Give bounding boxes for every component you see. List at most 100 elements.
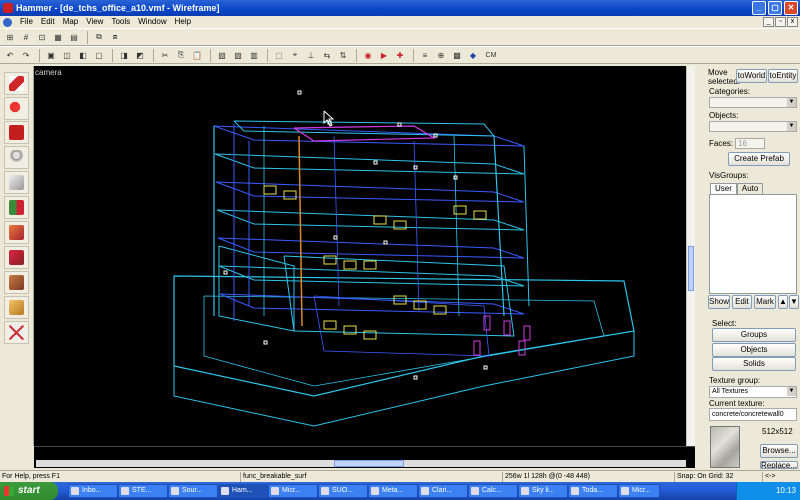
menu-edit[interactable]: Edit	[37, 16, 59, 28]
taskbar-item[interactable]: Meta...	[368, 484, 418, 498]
categories-dropdown[interactable]: ▼	[709, 97, 797, 108]
show-button[interactable]: Show	[708, 295, 730, 309]
overlay-tool[interactable]	[4, 271, 29, 294]
group-icon[interactable]: ◫	[60, 48, 74, 62]
grid-3d-icon[interactable]: #	[19, 30, 33, 44]
copy-icon[interactable]: ⎘	[174, 48, 188, 62]
doc-minimize-button[interactable]: _	[763, 17, 774, 27]
taskbar-item[interactable]: Sky li...	[518, 484, 568, 498]
menu-view[interactable]: View	[82, 16, 107, 28]
compile-icon[interactable]: ◉	[361, 48, 375, 62]
taskbar-item[interactable]: Ham...	[218, 484, 268, 498]
texture-app-tool[interactable]	[4, 196, 29, 219]
visgroup-list[interactable]	[709, 194, 797, 294]
cordon-mode-button[interactable]: CM	[482, 48, 500, 62]
doc-restore-button[interactable]: ▫	[775, 17, 786, 27]
move-up-button[interactable]: ▲	[778, 295, 788, 309]
select-solids-button[interactable]: Solids	[712, 357, 796, 371]
select-all-icon[interactable]: ⬚	[272, 48, 286, 62]
mark-button[interactable]: Mark	[754, 295, 776, 309]
check-problems-icon[interactable]: ✚	[393, 48, 407, 62]
magnify-tool[interactable]	[4, 97, 29, 120]
paste-icon[interactable]: 📋	[190, 48, 204, 62]
taskbar-item[interactable]: Inbo...	[68, 484, 118, 498]
textured-view-icon[interactable]: ▩	[450, 48, 464, 62]
document-icon[interactable]	[3, 17, 12, 27]
move-down-button[interactable]: ▼	[789, 295, 799, 309]
select-objects-button[interactable]: Objects	[712, 343, 796, 357]
carve-icon[interactable]: ▣	[44, 48, 58, 62]
grid-toggle-icon[interactable]: ⊞	[3, 30, 17, 44]
clock[interactable]: 10:13	[776, 486, 796, 495]
to-entity-button[interactable]: toEntity	[768, 69, 798, 83]
taskbar-item[interactable]: Micr...	[268, 484, 318, 498]
taskbar-item[interactable]: Calc...	[468, 484, 518, 498]
maximize-button[interactable]: ▢	[768, 1, 782, 15]
taskbar-item[interactable]: Sour...	[168, 484, 218, 498]
scrollbar-thumb[interactable]	[334, 460, 404, 467]
flip-vertical-icon[interactable]: ⇅	[336, 48, 350, 62]
create-prefab-button[interactable]: Create Prefab	[728, 152, 790, 166]
doc-close-button[interactable]: x	[787, 17, 798, 27]
menu-tools[interactable]: Tools	[107, 16, 134, 28]
texture-group-dropdown[interactable]: All Textures ▼	[709, 386, 797, 398]
pointer-tool[interactable]	[4, 72, 29, 95]
viewport-vertical-scrollbar[interactable]	[686, 66, 695, 446]
to-world-button[interactable]: toWorld	[736, 69, 767, 83]
close-button[interactable]: ✕	[784, 1, 798, 15]
undo-icon[interactable]: ↶	[3, 48, 17, 62]
tab-auto[interactable]: Auto	[736, 183, 764, 194]
taskbar-item[interactable]: Toda...	[568, 484, 618, 498]
view-window-icon[interactable]: ⧉	[92, 30, 106, 44]
taskbar-item[interactable]: STE...	[118, 484, 168, 498]
faces-input[interactable]: 16	[735, 138, 765, 149]
entity-report-icon[interactable]: ≡	[418, 48, 432, 62]
select-groups-button[interactable]: Groups	[712, 328, 796, 342]
menu-map[interactable]: Map	[59, 16, 83, 28]
texture-scale-lock-icon[interactable]: ▧	[231, 48, 245, 62]
viewport-horizontal-scrollbar[interactable]	[34, 446, 695, 468]
select-by-handle-icon[interactable]: ⌖	[288, 48, 302, 62]
camera-viewport[interactable]: camera	[34, 66, 686, 446]
apply-texture-tool[interactable]	[4, 221, 29, 244]
to-entity-icon[interactable]: ◨	[117, 48, 131, 62]
ungroup-icon[interactable]: ◧	[76, 48, 90, 62]
minimize-button[interactable]: _	[752, 1, 766, 15]
start-button[interactable]: start	[0, 482, 58, 500]
cut-icon[interactable]: ✂	[158, 48, 172, 62]
grid-dots-icon[interactable]: ⊡	[35, 30, 49, 44]
tab-user[interactable]: User	[710, 183, 737, 194]
camera-tool[interactable]	[4, 121, 29, 144]
scrollbar-thumb[interactable]	[688, 246, 694, 291]
grid-smaller-icon[interactable]: ▦	[51, 30, 65, 44]
taskbar-item[interactable]: Micr...	[618, 484, 660, 498]
redo-icon[interactable]: ↷	[19, 48, 33, 62]
entity-tool[interactable]	[4, 146, 29, 169]
to-world-icon[interactable]: ◩	[133, 48, 147, 62]
texture-lock-icon[interactable]: ▨	[215, 48, 229, 62]
browse-button[interactable]: Browse...	[760, 444, 798, 458]
hollow-icon[interactable]: ▢	[92, 48, 106, 62]
hide-items-icon[interactable]: ▥	[247, 48, 261, 62]
menu-window[interactable]: Window	[134, 16, 170, 28]
vertex-tool[interactable]	[4, 321, 29, 344]
clipping-tool[interactable]	[4, 296, 29, 319]
texture-preview[interactable]	[710, 426, 740, 468]
current-texture-dropdown[interactable]: concrete/concretewall0	[709, 408, 797, 421]
wireframe-icon[interactable]: ⊕	[434, 48, 448, 62]
flat-shaded-icon[interactable]: ◆	[466, 48, 480, 62]
align-icon[interactable]: ⊥	[304, 48, 318, 62]
block-tool[interactable]	[4, 171, 29, 194]
taskbar-item[interactable]: SUO...	[318, 484, 368, 498]
view-layout-icon[interactable]: ⧈	[108, 30, 122, 44]
replace-button[interactable]: Replace...	[760, 461, 798, 469]
run-map-icon[interactable]: ▶	[377, 48, 391, 62]
objects-dropdown[interactable]: ▼	[709, 121, 797, 132]
menu-file[interactable]: File	[16, 16, 37, 28]
decal-tool[interactable]	[4, 246, 29, 269]
flip-horizontal-icon[interactable]: ⇆	[320, 48, 334, 62]
edit-button[interactable]: Edit	[732, 295, 752, 309]
grid-larger-icon[interactable]: ▤	[67, 30, 81, 44]
menu-help[interactable]: Help	[171, 16, 195, 28]
taskbar-item[interactable]: Clari...	[418, 484, 468, 498]
